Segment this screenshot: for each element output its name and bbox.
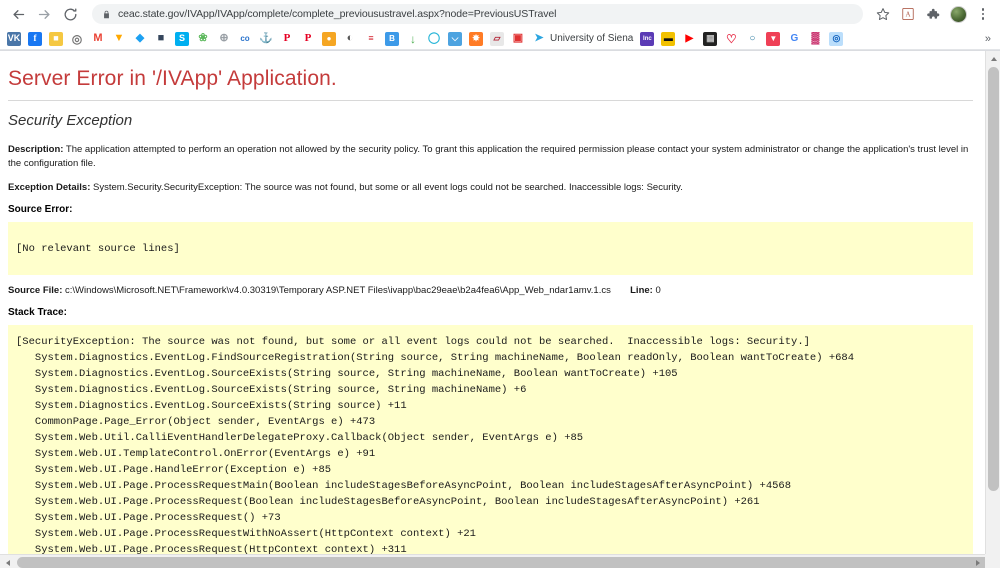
stack-trace-line: System.Diagnostics.EventLog.SourceExists… — [16, 368, 678, 381]
source-error-code: [No relevant source lines] — [16, 242, 180, 255]
source-error-label: Source Error: — [8, 204, 73, 216]
address-bar[interactable]: ceac.state.gov/IVApp/IVApp/complete/comp… — [92, 4, 863, 24]
stack-trace-line: System.Web.UI.Page.ProcessRequestWithNoA… — [16, 527, 476, 540]
page-viewport: Server Error in '/IVApp' Application. Se… — [0, 51, 1000, 568]
stack-trace-line: System.Web.UI.Page.ProcessRequest(HttpCo… — [16, 543, 407, 554]
horizontal-scrollbar-thumb[interactable] — [17, 557, 1000, 568]
bookmark-instagram[interactable]: ◎ — [70, 32, 84, 46]
bookmark-twitter[interactable]: ◆ — [133, 32, 147, 46]
bookmark-pocket[interactable]: ▼ — [766, 31, 781, 46]
stack-trace-line: System.Web.Util.CalliEventHandlerDelegat… — [16, 432, 584, 445]
bookmark-skype[interactable]: S — [175, 31, 189, 46]
bookmark-gmail[interactable]: M — [91, 32, 105, 46]
source-file-line: Source File: c:\Windows\Microsoft.NET\Fr… — [8, 285, 973, 296]
stack-trace-line: System.Diagnostics.EventLog.SourceExists… — [16, 400, 407, 413]
bookmark-youtube[interactable]: ▶ — [682, 32, 696, 46]
bookmark-orange-dot[interactable]: ✸ — [469, 31, 483, 46]
stack-trace-line: System.Web.UI.Page.ProcessRequest(Boolea… — [16, 495, 760, 508]
bookmark-vk[interactable]: VK — [7, 31, 21, 46]
reload-icon[interactable] — [58, 2, 82, 26]
bookmarks-overflow-button[interactable]: » — [985, 33, 993, 45]
bookmark-mail-box[interactable]: ⌵ — [448, 31, 462, 46]
stack-trace-line: System.Web.UI.TemplateControl.OnError(Ev… — [16, 447, 376, 460]
bookmark-google-translate[interactable]: G — [787, 32, 801, 46]
bookmarks-bar: VK f ■ ◎ M ▼ ◆ ■ S ❀ ⊕ co ⚓ P P ● ◐ ≡ B … — [0, 28, 1000, 50]
bookmark-opera[interactable]: ◯ — [427, 32, 441, 46]
source-file-path: c:\Windows\Microsoft.NET\Framework\v4.0.… — [65, 285, 611, 297]
bookmark-heart[interactable]: ♡ — [724, 32, 738, 46]
scrollbar-corner — [985, 554, 1000, 568]
bookmark-tv-red[interactable]: ▣ — [511, 32, 525, 46]
url-text: ceac.state.gov/IVApp/IVApp/complete/comp… — [118, 8, 557, 20]
bookmark-mail-ru[interactable]: ▼ — [112, 32, 126, 46]
bookmark-lightbulb[interactable]: ● — [322, 31, 336, 46]
source-error-code-box: [No relevant source lines] — [8, 222, 973, 276]
exception-details-text: System.Security.SecurityException: The s… — [93, 181, 683, 193]
avatar — [949, 5, 967, 23]
bookmark-facebook[interactable]: f — [28, 31, 42, 46]
bookmark-wordpress[interactable]: ○ — [745, 32, 759, 46]
bookmark-checkered[interactable]: ▓ — [808, 32, 822, 46]
exception-details-paragraph: Exception Details: System.Security.Secur… — [8, 181, 973, 195]
telegram-icon: ➤ — [534, 32, 544, 44]
bookmark-green-leaf[interactable]: ❀ — [196, 32, 210, 46]
scroll-right-arrow-icon[interactable] — [970, 555, 985, 568]
exception-details-label: Exception Details: — [8, 181, 91, 193]
browser-chrome: ceac.state.gov/IVApp/IVApp/complete/comp… — [0, 0, 1000, 51]
page-title: Server Error in '/IVApp' Application. — [8, 67, 337, 90]
bookmark-pinterest-2[interactable]: P — [301, 32, 315, 46]
stack-trace-line: [SecurityException: The source was not f… — [16, 336, 810, 349]
three-dot-menu-icon[interactable] — [972, 3, 994, 25]
description-paragraph: Description: The application attempted t… — [8, 143, 973, 171]
vertical-scrollbar-thumb[interactable] — [988, 67, 999, 491]
puzzle-piece-icon[interactable] — [922, 3, 944, 25]
description-text: The application attempted to perform an … — [8, 144, 969, 169]
bookmark-globe-dark[interactable]: ◐ — [343, 32, 357, 46]
bookmark-download[interactable]: ↓ — [406, 32, 420, 46]
stack-trace-line: System.Web.UI.Page.ProcessRequest() +73 — [16, 511, 281, 524]
bookmark-globe-gray[interactable]: ⊕ — [217, 32, 231, 46]
bookmark-booking[interactable]: B — [385, 31, 399, 46]
stack-trace-box: [SecurityException: The source was not f… — [8, 325, 973, 554]
bookmark-rzd[interactable]: ≡ — [364, 32, 378, 46]
bookmark-label: University of Siena — [550, 33, 634, 44]
line-label: Line: — [630, 285, 653, 297]
horizontal-scrollbar[interactable] — [0, 554, 1000, 568]
stack-trace-line: CommonPage.Page_Error(Object sender, Eve… — [16, 416, 376, 429]
title-divider — [8, 100, 973, 101]
stack-trace-label: Stack Trace: — [8, 307, 67, 319]
profile-avatar-icon[interactable] — [947, 3, 969, 25]
stack-trace-line: System.Web.UI.Page.ProcessRequestMain(Bo… — [16, 479, 792, 492]
bookmark-usa-flag[interactable]: ▱ — [490, 31, 504, 46]
line-value: 0 — [655, 285, 661, 297]
bookmark-star-icon[interactable] — [872, 3, 894, 25]
forward-arrow-icon[interactable] — [32, 2, 56, 26]
asp-error-page: Server Error in '/IVApp' Application. Se… — [0, 51, 985, 554]
bookmark-yellow-bar[interactable]: ▬ — [661, 31, 676, 46]
browser-toolbar: ceac.state.gov/IVApp/IVApp/complete/comp… — [0, 0, 1000, 28]
vertical-scrollbar[interactable] — [985, 51, 1000, 568]
bookmark-dark-photo[interactable]: ▦ — [703, 31, 718, 46]
description-label: Description: — [8, 144, 64, 155]
bookmark-tumblr[interactable]: ■ — [154, 32, 168, 46]
bookmark-coursera[interactable]: co — [238, 32, 252, 46]
stack-trace-line: System.Web.UI.Page.HandleError(Exception… — [16, 463, 332, 476]
exception-type-heading: Security Exception — [8, 112, 133, 129]
bookmark-inc-magazine[interactable]: Inc — [640, 31, 655, 46]
back-arrow-icon[interactable] — [6, 2, 30, 26]
stack-trace-line: System.Diagnostics.EventLog.SourceExists… — [16, 384, 527, 397]
bookmark-university-of-siena[interactable]: ➤ University of Siena — [532, 32, 633, 46]
bookmark-blue-circle[interactable]: ◎ — [829, 31, 844, 46]
stack-trace-line: System.Diagnostics.EventLog.FindSourceRe… — [16, 352, 855, 365]
adobe-pdf-icon[interactable]: A — [897, 3, 919, 25]
bookmark-anchor[interactable]: ⚓ — [259, 32, 273, 46]
source-file-label: Source File: — [8, 285, 63, 297]
svg-text:A: A — [905, 11, 910, 19]
scroll-left-arrow-icon[interactable] — [0, 555, 15, 568]
bookmark-messenger[interactable]: ■ — [49, 31, 63, 46]
lock-icon — [102, 9, 111, 20]
bookmark-pinterest[interactable]: P — [280, 32, 294, 46]
scroll-up-arrow-icon[interactable] — [986, 51, 1000, 66]
